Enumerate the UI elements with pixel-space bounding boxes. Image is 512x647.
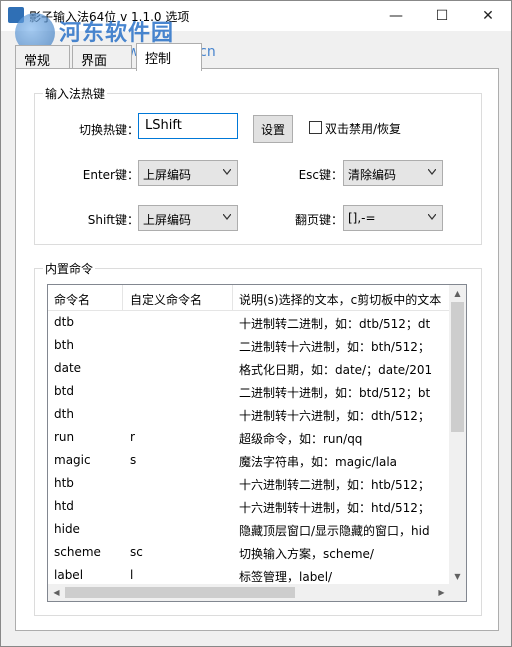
hotkey-groupbox: 输入法热键 切换热键： LShift 设置 双击禁用/恢复 Enter键： 上屏…: [34, 85, 482, 245]
command-name: dtb: [54, 315, 74, 329]
list-header: 命令名 自定义命令名 说明(s)选择的文本，c剪切板中的文本: [48, 285, 450, 311]
tab-interface[interactable]: 界面: [72, 45, 132, 69]
custom-command-name: s: [130, 453, 137, 467]
list-item[interactable]: magic s 魔法字符串，如：magic/lala: [48, 449, 450, 472]
column-header-name[interactable]: 命令名: [54, 291, 90, 308]
tab-control[interactable]: 控制: [136, 43, 202, 71]
vertical-scrollbar[interactable]: ▲ ▼: [449, 285, 466, 585]
list-rows: dtb 十进制转二进制，如：dtb/512；dt bth 二进制转十六进制，如：bth…: [48, 311, 450, 583]
command-name: hide: [54, 522, 80, 536]
custom-command-name: sc: [130, 545, 143, 559]
column-header-custom[interactable]: 自定义命令名: [130, 291, 202, 308]
chevron-down-icon: [428, 169, 436, 177]
chevron-down-icon: [428, 214, 436, 222]
command-description: 切换输入方案，scheme/: [239, 547, 374, 561]
page-key-value: [],-=: [348, 211, 376, 225]
window-title: 影子输入法64位 v 1.1.0 选项: [29, 10, 190, 24]
command-description: 十进制转十六进制，如：dth/512；: [239, 409, 430, 423]
command-name: magic: [54, 453, 91, 467]
command-name: dth: [54, 407, 74, 421]
chevron-down-icon: [223, 214, 231, 222]
command-name: btd: [54, 384, 74, 398]
command-description: 十六进制转十进制，如：htd/512；: [239, 501, 430, 515]
scroll-left-icon[interactable]: ◀: [48, 584, 65, 601]
command-name: date: [54, 361, 82, 375]
switch-hotkey-input[interactable]: LShift: [138, 113, 238, 139]
shift-key-value: 上屏编码: [143, 213, 192, 227]
command-name: scheme: [54, 545, 101, 559]
command-name: htb: [54, 476, 74, 490]
command-description: 标签管理，label/: [239, 570, 333, 583]
custom-command-name: r: [130, 430, 135, 444]
set-hotkey-button[interactable]: 设置: [253, 115, 293, 143]
list-item[interactable]: label l 标签管理，label/: [48, 564, 450, 583]
commands-group-title: 内置命令: [43, 260, 96, 277]
list-item[interactable]: btd 二进制转十进制，如：btd/512；bt: [48, 380, 450, 403]
command-description: 隐藏顶层窗口/显示隐藏的窗口，hid: [239, 524, 430, 538]
scroll-up-icon[interactable]: ▲: [449, 285, 466, 302]
scrollbar-corner: [449, 584, 466, 601]
shift-key-label: Shift键：: [87, 213, 139, 227]
esc-key-label: Esc键：: [298, 168, 343, 182]
list-item[interactable]: hide 隐藏顶层窗口/显示隐藏的窗口，hid: [48, 518, 450, 541]
list-item[interactable]: dtb 十进制转二进制，如：dtb/512；dt: [48, 311, 450, 334]
horizontal-scrollbar[interactable]: ◀ ▶: [48, 584, 450, 601]
list-item[interactable]: run r 超级命令，如：run/qq: [48, 426, 450, 449]
app-icon: [8, 7, 24, 23]
switch-hotkey-label: 切换热键：: [78, 123, 139, 137]
esc-key-select[interactable]: 清除编码: [343, 160, 443, 186]
double-click-checkbox[interactable]: [309, 121, 322, 134]
command-name: run: [54, 430, 75, 444]
scroll-down-icon[interactable]: ▼: [449, 568, 466, 585]
list-item[interactable]: bth 二进制转十六进制，如：bth/512；: [48, 334, 450, 357]
command-name: bth: [54, 338, 74, 352]
command-description: 二进制转十六进制，如：bth/512；: [239, 340, 430, 354]
commands-list[interactable]: 命令名 自定义命令名 说明(s)选择的文本，c剪切板中的文本 dtb 十进制转二进…: [47, 284, 467, 602]
page-key-select[interactable]: [],-=: [343, 205, 443, 231]
custom-command-name: l: [130, 568, 134, 582]
double-click-label: 双击禁用/恢复: [325, 122, 402, 136]
shift-key-select[interactable]: 上屏编码: [138, 205, 238, 231]
page-key-label: 翻页键：: [294, 213, 343, 227]
vertical-scroll-thumb[interactable]: [451, 302, 464, 432]
list-item[interactable]: htb 十六进制转二进制，如：htb/512；: [48, 472, 450, 495]
title-bar[interactable]: 影子输入法64位 v 1.1.0 选项 — ☐ ✕: [1, 1, 511, 31]
column-divider[interactable]: [122, 285, 123, 311]
command-description: 魔法字符串，如：magic/lala: [239, 455, 398, 469]
scroll-right-icon[interactable]: ▶: [433, 584, 450, 601]
command-name: label: [54, 568, 84, 582]
enter-key-value: 上屏编码: [143, 168, 192, 182]
list-item[interactable]: dth 十进制转十六进制，如：dth/512；: [48, 403, 450, 426]
command-description: 二进制转十进制，如：btd/512；bt: [239, 386, 431, 400]
list-item[interactable]: date 格式化日期，如：date/；date/201: [48, 357, 450, 380]
maximize-button[interactable]: ☐: [419, 1, 465, 31]
chevron-down-icon: [223, 169, 231, 177]
command-description: 十六进制转二进制，如：htb/512；: [239, 478, 430, 492]
tab-general[interactable]: 常规: [15, 45, 70, 69]
command-name: htd: [54, 499, 74, 513]
column-header-desc[interactable]: 说明(s)选择的文本，c剪切板中的文本: [239, 291, 450, 308]
command-description: 格式化日期，如：date/；date/201: [239, 363, 433, 377]
list-item[interactable]: htd 十六进制转十进制，如：htd/512；: [48, 495, 450, 518]
column-divider[interactable]: [232, 285, 233, 311]
hotkey-group-title: 输入法热键: [43, 85, 108, 102]
enter-key-select[interactable]: 上屏编码: [138, 160, 238, 186]
close-button[interactable]: ✕: [465, 1, 511, 31]
command-description: 十进制转二进制，如：dtb/512；dt: [239, 317, 431, 331]
list-item[interactable]: scheme sc 切换输入方案，scheme/: [48, 541, 450, 564]
horizontal-scroll-thumb[interactable]: [65, 587, 295, 598]
enter-key-label: Enter键：: [82, 168, 139, 182]
options-window: 影子输入法64位 v 1.1.0 选项 — ☐ ✕ 河东软件园 www.pc03…: [0, 0, 512, 647]
command-description: 超级命令，如：run/qq: [239, 432, 363, 446]
minimize-button[interactable]: —: [373, 1, 419, 31]
esc-key-value: 清除编码: [348, 168, 397, 182]
